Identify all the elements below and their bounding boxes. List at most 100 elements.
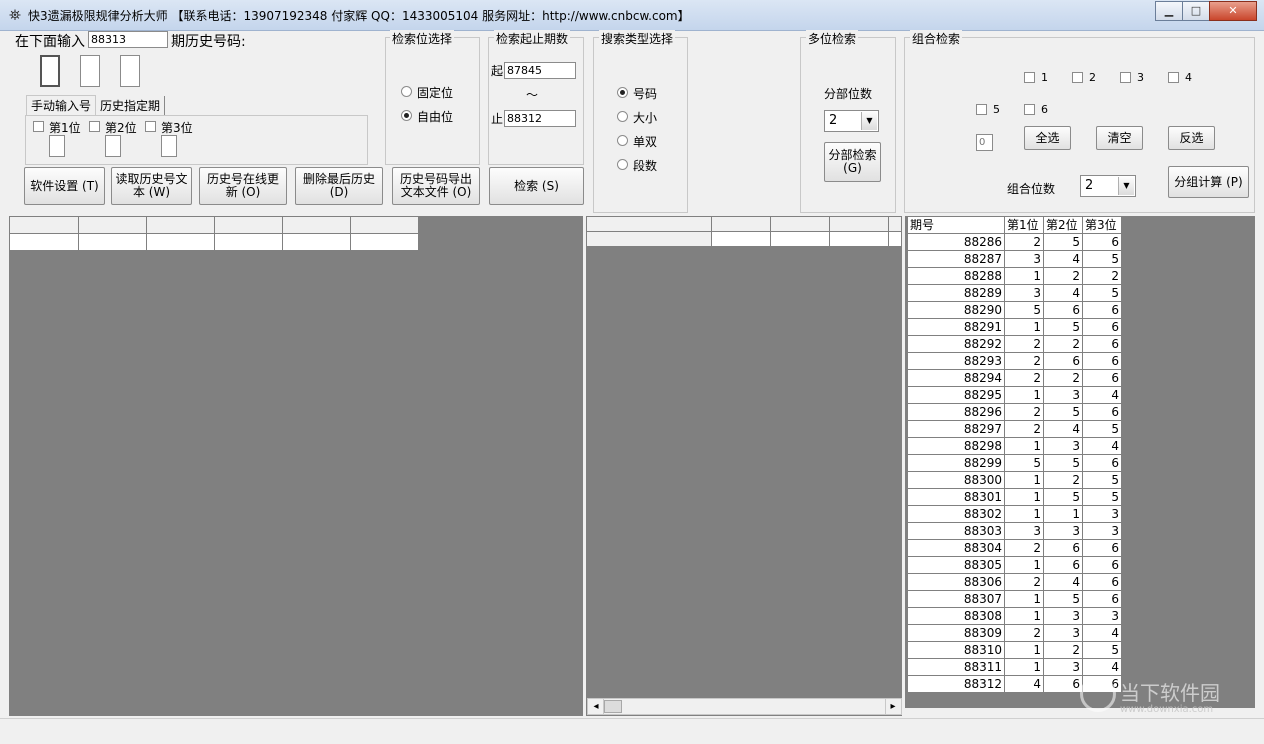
radio-type-odd-even[interactable] bbox=[617, 135, 628, 146]
combo-count-field[interactable]: 0 bbox=[976, 134, 993, 151]
period-cell: 88301 bbox=[907, 488, 1005, 506]
digit-cell: 3 bbox=[1004, 522, 1044, 540]
table-row[interactable]: 88297 2 4 5 bbox=[907, 420, 1122, 438]
position-input-1[interactable] bbox=[49, 135, 65, 157]
digit-cell: 4 bbox=[1082, 624, 1122, 642]
radio-type-size[interactable] bbox=[617, 111, 628, 122]
scroll-right-icon[interactable]: ▸ bbox=[885, 699, 900, 714]
table-row[interactable]: 88302 1 1 3 bbox=[907, 505, 1122, 523]
table-row[interactable]: 88292 2 2 6 bbox=[907, 335, 1122, 353]
left-result-grid[interactable] bbox=[9, 216, 583, 716]
online-update-button[interactable]: 历史号在线更 新 (O) bbox=[199, 167, 287, 205]
period-input[interactable]: 88313 bbox=[88, 31, 168, 48]
table-row[interactable]: 88289 3 4 5 bbox=[907, 284, 1122, 302]
radio-type-segment[interactable] bbox=[617, 159, 628, 170]
radio-fixed-position[interactable] bbox=[401, 86, 412, 97]
invert-selection-button[interactable]: 反选 bbox=[1168, 126, 1215, 150]
scroll-thumb[interactable] bbox=[604, 700, 622, 713]
radio-free-position[interactable] bbox=[401, 110, 412, 121]
radio-type-number[interactable] bbox=[617, 87, 628, 98]
position-label-3: 第3位 bbox=[161, 121, 193, 135]
table-row[interactable]: 88291 1 5 6 bbox=[907, 318, 1122, 336]
period-cell: 88295 bbox=[907, 386, 1005, 404]
horizontal-scrollbar[interactable]: ◂ ▸ bbox=[587, 698, 902, 715]
grid-header-cell bbox=[215, 217, 283, 234]
end-period-input[interactable]: 88312 bbox=[504, 110, 576, 127]
table-row[interactable]: 88305 1 6 6 bbox=[907, 556, 1122, 574]
part-search-button[interactable]: 分部检索 (G) bbox=[824, 142, 881, 182]
type-segment-label: 段数 bbox=[633, 159, 658, 173]
table-row[interactable]: 88287 3 4 5 bbox=[907, 250, 1122, 268]
software-settings-button[interactable]: 软件设置 (T) bbox=[24, 167, 105, 205]
position-check-2[interactable] bbox=[89, 121, 100, 132]
delete-last-history-button[interactable]: 删除最后历史 (D) bbox=[295, 167, 383, 205]
table-row[interactable]: 88296 2 5 6 bbox=[907, 403, 1122, 421]
digit-cell: 1 bbox=[1004, 641, 1044, 659]
digit-cell: 5 bbox=[1043, 233, 1083, 251]
minimize-button[interactable]: ▁ bbox=[1155, 1, 1183, 21]
table-row[interactable]: 88295 1 3 4 bbox=[907, 386, 1122, 404]
clear-button[interactable]: 清空 bbox=[1096, 126, 1143, 150]
digit-cell: 3 bbox=[1043, 386, 1083, 404]
table-row[interactable]: 88298 1 3 4 bbox=[907, 437, 1122, 455]
position-input-3[interactable] bbox=[161, 135, 177, 157]
table-row[interactable]: 88293 2 6 6 bbox=[907, 352, 1122, 370]
table-row[interactable]: 88308 1 3 3 bbox=[907, 607, 1122, 625]
tab-history-period[interactable]: 历史指定期 bbox=[96, 96, 166, 115]
table-row[interactable]: 88301 1 5 5 bbox=[907, 488, 1122, 506]
digit-cell: 1 bbox=[1004, 556, 1044, 574]
tab-manual-input[interactable]: 手动输入号 bbox=[26, 95, 97, 115]
export-history-button[interactable]: 历史号码导出 文本文件 (O) bbox=[392, 167, 480, 205]
position-check-1[interactable] bbox=[33, 121, 44, 132]
number-input-2[interactable] bbox=[80, 55, 100, 87]
number-input-1[interactable] bbox=[40, 55, 60, 87]
period-cell: 88302 bbox=[907, 505, 1005, 523]
combo-check-1[interactable] bbox=[1024, 72, 1035, 83]
period-cell: 88296 bbox=[907, 403, 1005, 421]
table-row[interactable]: 88311 1 3 4 bbox=[907, 658, 1122, 676]
position-check-3[interactable] bbox=[145, 121, 156, 132]
table-row[interactable]: 88306 2 4 6 bbox=[907, 573, 1122, 591]
search-position-title: 检索位选择 bbox=[390, 30, 455, 47]
end-label: 止 bbox=[491, 112, 504, 126]
combo-check-6[interactable] bbox=[1024, 104, 1035, 115]
table-row[interactable]: 88294 2 2 6 bbox=[907, 369, 1122, 387]
combo-label-1: 1 bbox=[1041, 71, 1048, 84]
digit-cell: 6 bbox=[1082, 573, 1122, 591]
group-calc-button[interactable]: 分组计算 (P) bbox=[1168, 166, 1249, 198]
combo-check-3[interactable] bbox=[1120, 72, 1131, 83]
search-button[interactable]: 检索 (S) bbox=[489, 167, 584, 205]
combo-check-4[interactable] bbox=[1168, 72, 1179, 83]
grid-cell bbox=[215, 234, 283, 251]
digit-cell: 6 bbox=[1043, 352, 1083, 370]
combo-check-5[interactable] bbox=[976, 104, 987, 115]
table-row[interactable]: 88290 5 6 6 bbox=[907, 301, 1122, 319]
select-all-button[interactable]: 全选 bbox=[1024, 126, 1071, 150]
table-row[interactable]: 88286 2 5 6 bbox=[907, 233, 1122, 251]
grid-header-cell bbox=[283, 217, 351, 234]
table-row[interactable]: 88309 2 3 4 bbox=[907, 624, 1122, 642]
part-count-select[interactable]: 2 ▼ bbox=[824, 110, 879, 132]
period-cell: 88304 bbox=[907, 539, 1005, 557]
combo-count-select[interactable]: 2 ▼ bbox=[1080, 175, 1136, 197]
maximize-button[interactable]: □ bbox=[1182, 1, 1210, 21]
table-row[interactable]: 88310 1 2 5 bbox=[907, 641, 1122, 659]
table-row[interactable]: 88300 1 2 5 bbox=[907, 471, 1122, 489]
table-row[interactable]: 88288 1 2 2 bbox=[907, 267, 1122, 285]
scroll-left-icon[interactable]: ◂ bbox=[589, 699, 604, 714]
middle-result-grid[interactable] bbox=[586, 216, 902, 716]
start-period-input[interactable]: 87845 bbox=[504, 62, 576, 79]
combo-check-2[interactable] bbox=[1072, 72, 1083, 83]
number-input-3[interactable] bbox=[120, 55, 140, 87]
position-input-2[interactable] bbox=[105, 135, 121, 157]
part-search-label-2: (G) bbox=[843, 161, 862, 175]
table-row[interactable]: 88307 1 5 6 bbox=[907, 590, 1122, 608]
app-icon: ⛯ bbox=[8, 6, 21, 24]
read-history-button[interactable]: 读取历史号文 本 (W) bbox=[111, 167, 192, 205]
table-row[interactable]: 88304 2 6 6 bbox=[907, 539, 1122, 557]
close-button[interactable]: ✕ bbox=[1209, 1, 1257, 21]
history-table[interactable]: 期号 第1位 第2位 第3位 88286 2 5 6 88287 3 4 5 88288 1 2 2 88289… bbox=[907, 216, 1122, 693]
table-row[interactable]: 88299 5 5 6 bbox=[907, 454, 1122, 472]
table-row[interactable]: 88303 3 3 3 bbox=[907, 522, 1122, 540]
grid-cell bbox=[712, 232, 771, 247]
